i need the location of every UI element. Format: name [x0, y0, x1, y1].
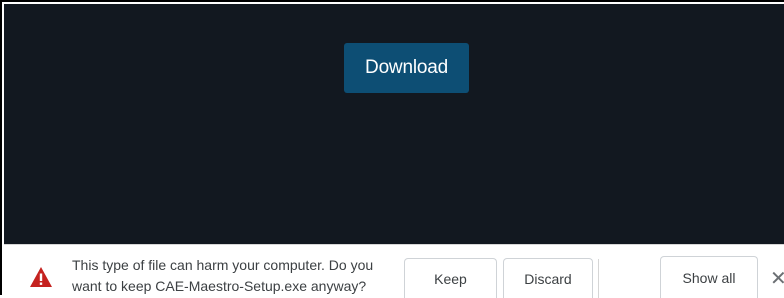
shelf-divider	[598, 259, 599, 298]
warning-line-1: This type of file can harm your computer…	[72, 257, 374, 273]
browser-window: Download This type of file can harm your…	[0, 0, 784, 298]
close-icon[interactable]: ✕	[770, 265, 784, 291]
keep-button[interactable]: Keep	[404, 258, 497, 298]
download-button[interactable]: Download	[344, 43, 469, 93]
page-content: Download	[4, 4, 784, 244]
discard-button[interactable]: Discard	[503, 258, 593, 298]
warning-triangle-icon	[30, 267, 52, 287]
warning-line-2: want to keep CAE-Maestro-Setup.exe anywa…	[72, 278, 367, 294]
show-all-button[interactable]: Show all	[660, 256, 758, 298]
download-shelf: This type of file can harm your computer…	[4, 244, 784, 298]
dangerous-file-warning: This type of file can harm your computer…	[72, 255, 402, 297]
